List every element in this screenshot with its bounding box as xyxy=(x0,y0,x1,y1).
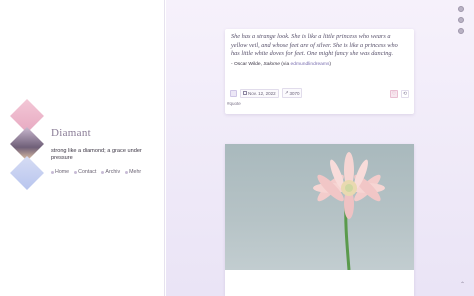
archive-icon xyxy=(101,170,105,174)
post-meta: Nov. 12, 2022 ↗ 3070 xyxy=(230,88,303,98)
mail-icon xyxy=(74,170,78,174)
quote-author: - Oscar Wilde, xyxy=(231,61,264,67)
heart-icon: ♡ xyxy=(391,91,397,97)
notes-icon: ↗ xyxy=(284,90,289,95)
quote-post: She has a strange look. She is like a li… xyxy=(225,29,414,114)
dashboard-icon[interactable] xyxy=(458,17,464,23)
quote-source: - Oscar Wilde, Salome (via edmundlindrea… xyxy=(231,62,408,67)
right-rail xyxy=(458,6,464,34)
nav-contact-link[interactable]: Contact xyxy=(74,169,96,175)
via-suffix: ) xyxy=(329,61,332,67)
quote-icon xyxy=(230,89,237,97)
more-icon xyxy=(125,170,129,174)
nav-more-link[interactable]: Mehr xyxy=(125,169,141,175)
quote-work: Salome xyxy=(263,61,280,67)
diamond-blue-shape xyxy=(10,156,44,190)
post-notes[interactable]: ↗ 3070 xyxy=(281,88,303,98)
sidebar: Diamant strong like a diamond; a grace u… xyxy=(0,0,165,296)
post-actions: ♡ ⟲ xyxy=(390,90,409,98)
reblog-icon: ⟲ xyxy=(402,91,408,97)
via-link[interactable]: edmundlindreams xyxy=(291,62,330,67)
via-prefix: (via xyxy=(279,61,291,67)
settings-icon[interactable] xyxy=(458,28,464,34)
nav-label: Archiv xyxy=(105,169,121,175)
nav-label: Home xyxy=(55,169,70,175)
nav-label: Contact xyxy=(78,169,97,175)
like-button[interactable]: ♡ xyxy=(390,90,398,98)
blog-avatar[interactable] xyxy=(6,98,48,198)
post-date[interactable]: Nov. 12, 2022 xyxy=(240,88,279,98)
quote-text: She has a strange look. She is like a li… xyxy=(231,33,398,58)
blog-nav: Home Contact Archiv Mehr xyxy=(51,169,141,175)
nav-archive-link[interactable]: Archiv xyxy=(101,169,120,175)
gerbera-image xyxy=(313,152,385,271)
nav-label: Mehr xyxy=(129,169,142,175)
main-content: She has a strange look. She is like a li… xyxy=(166,0,474,296)
photo-post xyxy=(225,144,414,296)
flower-photo[interactable] xyxy=(225,144,414,271)
nav-home-link[interactable]: Home xyxy=(51,169,69,175)
back-to-top-icon[interactable]: ⌃ xyxy=(460,281,465,288)
search-icon[interactable] xyxy=(458,6,464,12)
notes-count: 3070 xyxy=(289,90,300,96)
blog-title[interactable]: Diamant xyxy=(51,127,91,139)
post-tag[interactable]: #quote xyxy=(227,101,241,106)
date-label: Nov. 12, 2022 xyxy=(248,90,276,96)
reblog-button[interactable]: ⟲ xyxy=(401,90,409,98)
blog-description: strong like a diamond; a grace under pre… xyxy=(51,148,142,161)
calendar-icon xyxy=(243,91,247,95)
home-icon xyxy=(51,170,54,174)
